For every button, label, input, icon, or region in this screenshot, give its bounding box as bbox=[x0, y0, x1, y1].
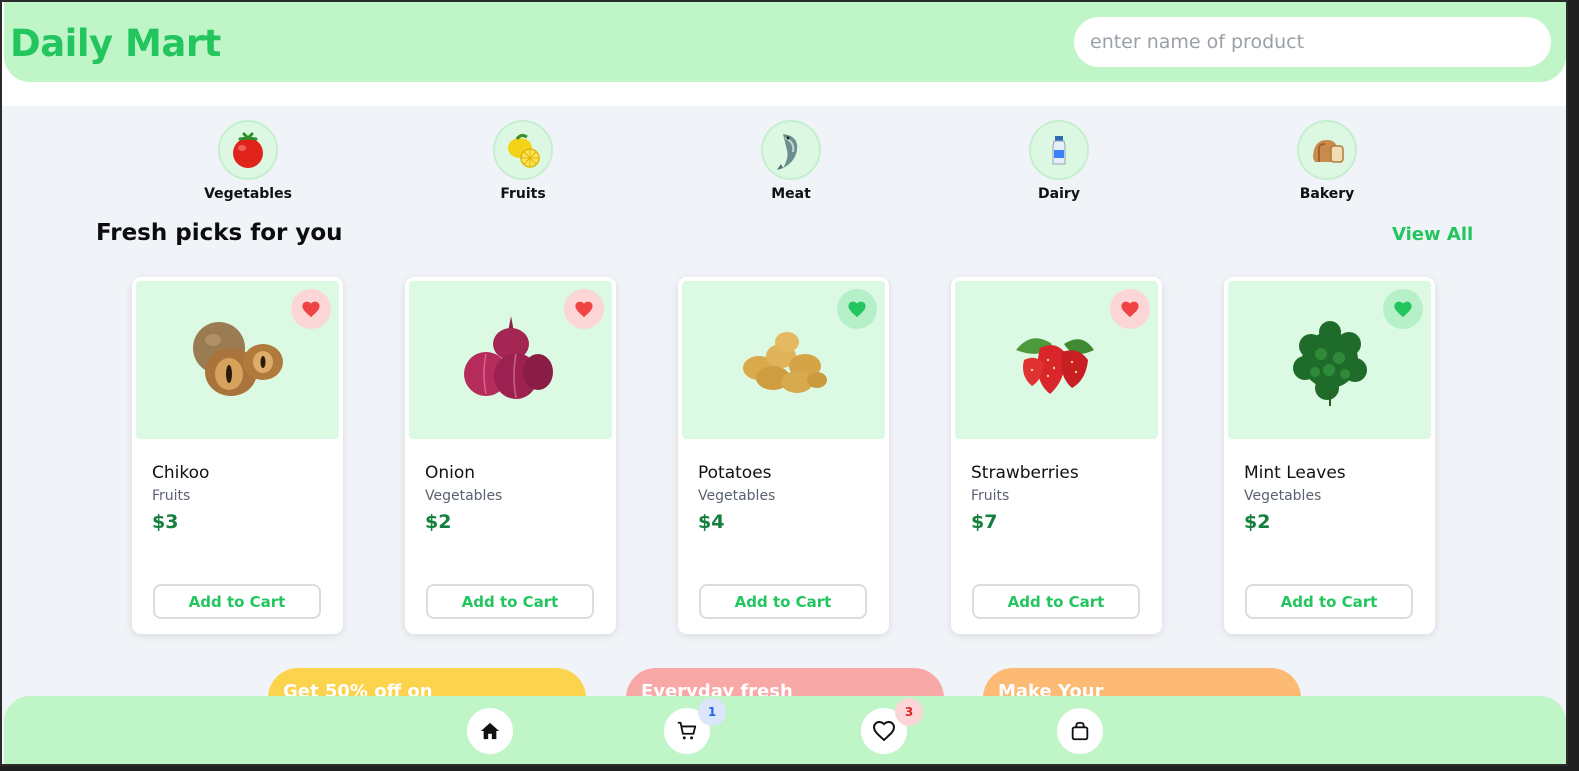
category-meat[interactable]: Meat bbox=[731, 120, 851, 202]
orders-button[interactable] bbox=[1057, 708, 1103, 754]
product-image bbox=[136, 281, 339, 439]
add-to-cart-button[interactable]: Add to Cart bbox=[1245, 584, 1413, 619]
heart-icon bbox=[848, 301, 866, 318]
product-image bbox=[1228, 281, 1431, 439]
favorite-button[interactable] bbox=[1383, 289, 1423, 329]
tomato-icon bbox=[218, 120, 278, 180]
home-button[interactable] bbox=[467, 708, 513, 754]
category-dairy[interactable]: Dairy bbox=[999, 120, 1119, 202]
bread-icon bbox=[1297, 120, 1357, 180]
fish-icon bbox=[761, 120, 821, 180]
wishlist-count-badge: 3 bbox=[895, 698, 923, 726]
view-all-link[interactable]: View All bbox=[1392, 224, 1473, 245]
add-to-cart-button[interactable]: Add to Cart bbox=[972, 584, 1140, 619]
product-image bbox=[682, 281, 885, 439]
cart-icon bbox=[677, 721, 697, 740]
heart-icon bbox=[872, 720, 896, 742]
product-name: Chikoo bbox=[152, 463, 210, 483]
category-label: Bakery bbox=[1299, 186, 1355, 202]
category-label: Vegetables bbox=[204, 186, 292, 202]
product-category: Fruits bbox=[971, 488, 1010, 504]
add-to-cart-button[interactable]: Add to Cart bbox=[699, 584, 867, 619]
milk-bottle-icon bbox=[1029, 120, 1089, 180]
wishlist-button[interactable]: 3 bbox=[861, 698, 923, 754]
cart-button[interactable]: 1 bbox=[664, 698, 726, 754]
heart-icon bbox=[575, 301, 593, 318]
product-category: Fruits bbox=[152, 488, 191, 504]
product-price: $2 bbox=[425, 511, 452, 533]
favorite-button[interactable] bbox=[837, 289, 877, 329]
home-icon bbox=[480, 722, 500, 740]
product-name: Onion bbox=[425, 463, 476, 483]
product-name: Potatoes bbox=[698, 463, 772, 483]
heart-icon bbox=[302, 301, 320, 318]
header: Daily Mart bbox=[4, 2, 1566, 82]
category-vegetables[interactable]: Vegetables bbox=[188, 120, 308, 202]
product-category: Vegetables bbox=[425, 488, 503, 504]
lemon-icon bbox=[493, 120, 553, 180]
app-window: Daily Mart Vegetables Fruits bbox=[0, 0, 1568, 766]
favorite-button[interactable] bbox=[291, 289, 331, 329]
favorite-button[interactable] bbox=[564, 289, 604, 329]
product-category: Vegetables bbox=[698, 488, 776, 504]
product-card: Onion Vegetables $2 Add to Cart bbox=[405, 277, 616, 634]
product-image bbox=[955, 281, 1158, 439]
favorite-button[interactable] bbox=[1110, 289, 1150, 329]
search-input[interactable] bbox=[1074, 17, 1551, 67]
category-label: Dairy bbox=[1038, 186, 1080, 202]
category-fruits[interactable]: Fruits bbox=[463, 120, 583, 202]
product-card: Chikoo Fruits $3 Add to Cart bbox=[132, 277, 343, 634]
add-to-cart-button[interactable]: Add to Cart bbox=[426, 584, 594, 619]
product-name: Strawberries bbox=[971, 463, 1079, 483]
product-price: $2 bbox=[1244, 511, 1271, 533]
product-card: Potatoes Vegetables $4 Add to Cart bbox=[678, 277, 889, 634]
shopping-bag-icon bbox=[1071, 721, 1089, 741]
product-name: Mint Leaves bbox=[1244, 463, 1346, 483]
section-title: Fresh picks for you bbox=[96, 220, 343, 246]
category-label: Meat bbox=[771, 186, 811, 202]
add-to-cart-button[interactable]: Add to Cart bbox=[153, 584, 321, 619]
product-card: Mint Leaves Vegetables $2 Add to Cart bbox=[1224, 277, 1435, 634]
product-price: $7 bbox=[971, 511, 998, 533]
bottom-nav: 1 3 bbox=[4, 696, 1566, 764]
heart-icon bbox=[1121, 301, 1139, 318]
product-category: Vegetables bbox=[1244, 488, 1322, 504]
product-price: $3 bbox=[152, 511, 179, 533]
heart-icon bbox=[1394, 301, 1412, 318]
brand-logo[interactable]: Daily Mart bbox=[10, 22, 221, 65]
cart-count-badge: 1 bbox=[698, 698, 726, 726]
product-image bbox=[409, 281, 612, 439]
product-price: $4 bbox=[698, 511, 725, 533]
category-bakery[interactable]: Bakery bbox=[1267, 120, 1387, 202]
product-card: Strawberries Fruits $7 Add to Cart bbox=[951, 277, 1162, 634]
category-label: Fruits bbox=[500, 186, 546, 202]
